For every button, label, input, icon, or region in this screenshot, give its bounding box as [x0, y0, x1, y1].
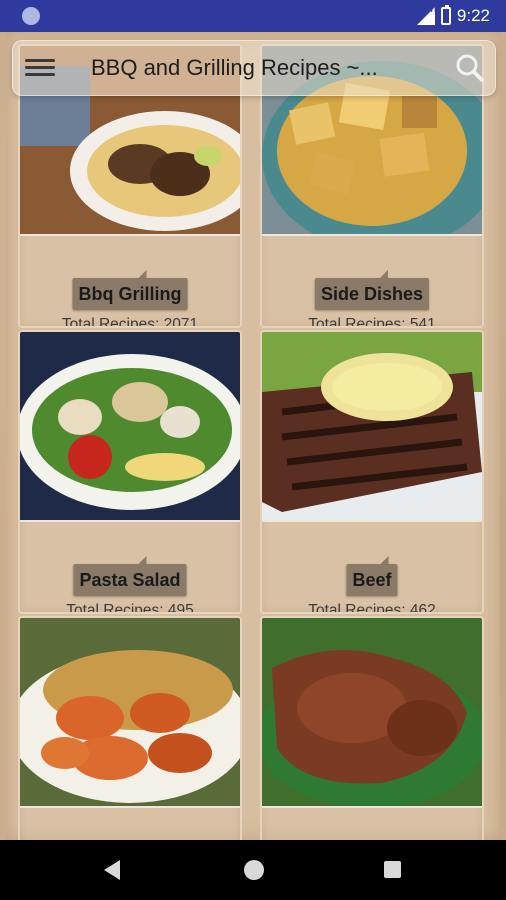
status-bar: LTE 9:22: [0, 0, 506, 32]
search-icon[interactable]: [455, 53, 485, 83]
category-photo: [20, 332, 240, 522]
app-toolbar: BBQ and Grilling Recipes ~...: [12, 40, 496, 96]
category-label: Side Dishes: [314, 270, 430, 310]
battery-icon: [440, 5, 451, 25]
category-label: Pasta Salad: [73, 556, 187, 596]
category-card-beef[interactable]: Beef Total Recipes: 462: [260, 330, 484, 614]
status-icons: LTE 9:22: [416, 5, 490, 26]
app-title: BBQ and Grilling Recipes ~...: [91, 55, 378, 80]
category-card-pasta-salad[interactable]: Pasta Salad Total Recipes: 495: [18, 330, 242, 614]
back-icon[interactable]: [104, 860, 120, 880]
network-type: LTE: [424, 5, 440, 14]
recipe-count: Total Recipes: 2071: [61, 316, 199, 328]
category-photo: [262, 332, 482, 522]
clock: 9:22: [456, 6, 490, 25]
signal-icon: LTE: [416, 5, 439, 25]
category-label: Beef: [346, 556, 398, 596]
category-photo: [20, 618, 240, 808]
notification-dot-icon: [22, 7, 40, 25]
home-icon[interactable]: [244, 860, 264, 880]
recent-apps-icon[interactable]: [384, 861, 401, 878]
recipe-count: Total Recipes: 495: [66, 602, 194, 614]
system-nav-bar: [0, 840, 506, 900]
recipe-count: Total Recipes: 541: [308, 316, 436, 328]
recipe-count: Total Recipes: 462: [308, 602, 436, 614]
category-photo: [262, 618, 482, 808]
category-label: Bbq Grilling: [72, 270, 188, 310]
menu-icon[interactable]: [25, 55, 55, 81]
